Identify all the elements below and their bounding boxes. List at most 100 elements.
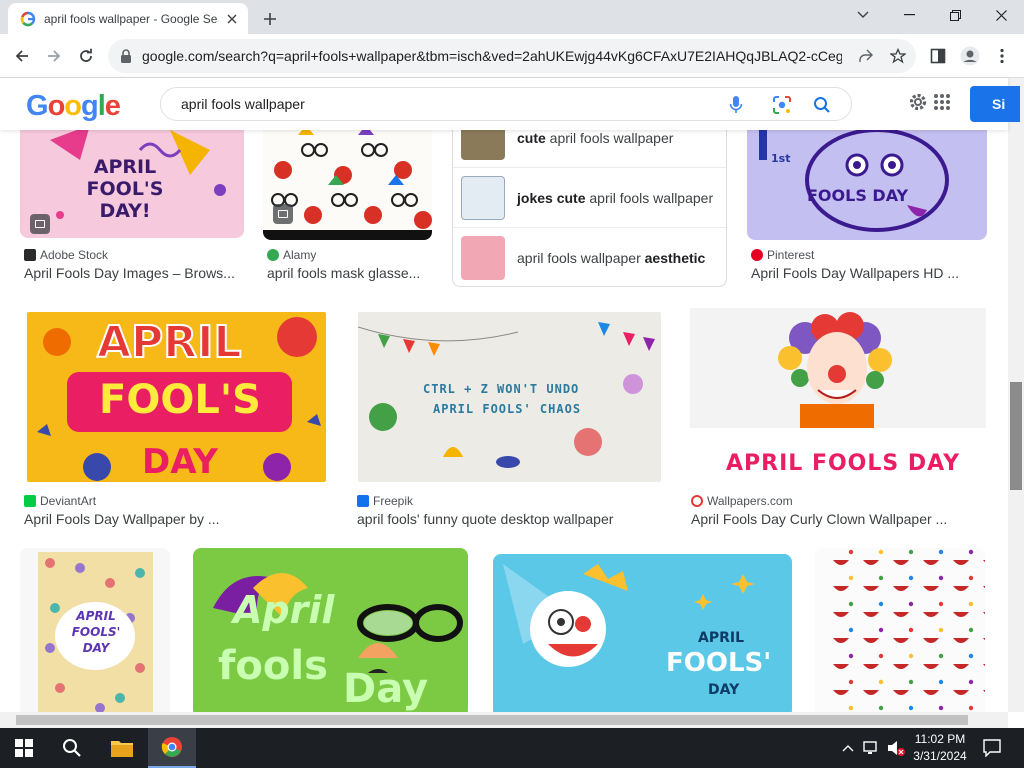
result-source[interactable]: DeviantArt: [24, 494, 96, 508]
smile-mark: [833, 664, 849, 669]
result-title[interactable]: April Fools Day Wallpaper by ...: [24, 511, 220, 527]
result-image-freepik[interactable]: CTRL + Z WON'T UNDO APRIL FOOLS' CHAOS: [358, 312, 661, 482]
smile-mark: [953, 664, 969, 669]
chrome-taskbar-button[interactable]: [148, 728, 196, 768]
smile-mark: [833, 586, 849, 591]
reload-icon: [80, 48, 92, 62]
result-source[interactable]: Adobe Stock: [24, 248, 108, 262]
source-name: Adobe Stock: [40, 248, 109, 262]
related-search-item[interactable]: cute april fools wallpaper: [453, 130, 726, 168]
back-button[interactable]: [8, 42, 36, 70]
confetti-dot: [938, 705, 944, 711]
search-query[interactable]: april fools wallpaper: [181, 96, 305, 112]
thumb-text: CTRL + Z WON'T UNDO: [423, 382, 580, 396]
confetti-dot: [968, 679, 974, 685]
result-title[interactable]: april fools mask glasse...: [267, 265, 420, 281]
result-image-deviantart[interactable]: APRIL FOOL'S DAY: [27, 312, 326, 482]
result-title[interactable]: April Fools Day Curly Clown Wallpaper ..…: [691, 511, 947, 527]
address-bar[interactable]: google.com/search?q=april+fools+wallpape…: [108, 39, 916, 73]
reload-button[interactable]: [72, 42, 100, 70]
smile-mark: [953, 690, 969, 695]
vertical-scroll-thumb[interactable]: [1010, 382, 1022, 490]
related-search-item[interactable]: jokes cute april fools wallpaper: [453, 168, 726, 228]
related-thumb: [461, 130, 505, 160]
confetti-dot: [848, 653, 854, 659]
thumb-text: APRIL FOOLS' DAY: [71, 609, 121, 655]
mic-icon[interactable]: [725, 94, 747, 116]
chevron-up-icon[interactable]: [838, 738, 858, 758]
confetti-dot: [968, 653, 974, 659]
result-image-wallpapers[interactable]: APRIL FOOLS DAY: [690, 308, 986, 486]
thumb-text: fools: [218, 643, 328, 689]
related-thumb: [461, 236, 505, 280]
clock-date: 3/31/2024: [913, 749, 967, 763]
thumb-text: DAY: [142, 442, 218, 482]
result-source[interactable]: Alamy: [267, 248, 316, 262]
start-button[interactable]: [0, 728, 48, 768]
tab-close-icon[interactable]: [224, 11, 240, 27]
confetti-dot: [968, 601, 974, 607]
apps-grid-icon[interactable]: [930, 90, 954, 114]
arrow-left-icon: [15, 50, 28, 62]
sign-in-button[interactable]: Si: [970, 86, 1020, 122]
smile-mark: [833, 560, 849, 565]
network-icon[interactable]: [862, 738, 882, 758]
minimize-button[interactable]: [886, 0, 932, 30]
browser-tab[interactable]: april fools wallpaper - Google Se: [8, 3, 248, 34]
confetti-dot: [848, 627, 854, 633]
forward-button[interactable]: [40, 42, 68, 70]
result-source[interactable]: Freepik: [357, 494, 413, 508]
search-icon[interactable]: [811, 94, 833, 116]
result-image-confetti[interactable]: APRIL FOOLS' DAY: [20, 548, 170, 712]
share-icon[interactable]: [856, 46, 876, 66]
result-title[interactable]: April Fools Day Wallpapers HD ...: [751, 265, 959, 281]
clock-time: 11:02 PM: [914, 732, 966, 746]
related-searches: cute april fools wallpaper jokes cute ap…: [452, 130, 727, 287]
file-explorer-button[interactable]: [98, 728, 146, 768]
result-source[interactable]: Pinterest: [751, 248, 814, 262]
result-image-pinterest[interactable]: 1st FOOLS DAY: [747, 130, 987, 240]
browser-menu-button[interactable]: [988, 42, 1016, 70]
settings-gear-icon[interactable]: [906, 90, 930, 114]
horizontal-scroll-thumb[interactable]: [16, 715, 968, 725]
source-name: Alamy: [283, 248, 317, 262]
lock-icon[interactable]: [120, 49, 132, 63]
result-title[interactable]: april fools' funny quote desktop wallpap…: [357, 511, 613, 527]
search-taskbar-button[interactable]: [48, 728, 96, 768]
result-image-cyan[interactable]: APRIL FOOLS' DAY: [493, 554, 792, 712]
freepik-favicon-icon: [357, 495, 369, 507]
url-text: google.com/search?q=april+fools+wallpape…: [142, 48, 842, 64]
tab-search-button[interactable]: [840, 0, 886, 30]
system-clock[interactable]: 11:02 PM 3/31/2024: [908, 731, 972, 765]
smile-mark: [893, 690, 909, 695]
result-image-green[interactable]: April fools Day: [193, 548, 468, 712]
confetti-dot: [908, 627, 914, 633]
notifications-icon[interactable]: [982, 738, 1002, 758]
smile-mark: [983, 560, 985, 563]
thumb-text: FOOLS': [666, 648, 772, 678]
search-box[interactable]: april fools wallpaper: [160, 87, 852, 121]
result-title[interactable]: April Fools Day Images – Brows...: [24, 265, 235, 281]
result-image-alamy[interactable]: [263, 130, 432, 240]
volume-muted-icon[interactable]: [886, 738, 906, 758]
confetti-dot: [968, 575, 974, 581]
result-source[interactable]: Wallpapers.com: [691, 494, 793, 508]
confetti-dot: [878, 601, 884, 607]
result-image-smiles[interactable]: [815, 548, 985, 712]
lens-icon[interactable]: [771, 94, 793, 116]
new-tab-button[interactable]: [258, 7, 282, 31]
thumb-text: APRIL FOOLS DAY: [726, 451, 961, 476]
related-search-item[interactable]: april fools wallpaper aesthetic: [453, 228, 726, 288]
image-results: APRIL FOOL'S DAY! Adobe Stock April Fool…: [0, 130, 1008, 712]
google-logo[interactable]: Google: [26, 90, 121, 123]
smile-mark: [983, 638, 985, 641]
bookmark-star-icon[interactable]: [888, 46, 908, 66]
deviantart-favicon-icon: [24, 495, 36, 507]
profile-button[interactable]: [956, 42, 984, 70]
thumb-text: APRIL: [698, 630, 745, 646]
close-window-button[interactable]: [978, 0, 1024, 30]
side-panel-button[interactable]: [924, 42, 952, 70]
restore-button[interactable]: [932, 0, 978, 30]
result-image-adobe[interactable]: APRIL FOOL'S DAY!: [20, 130, 244, 238]
smile-mark: [923, 664, 939, 669]
